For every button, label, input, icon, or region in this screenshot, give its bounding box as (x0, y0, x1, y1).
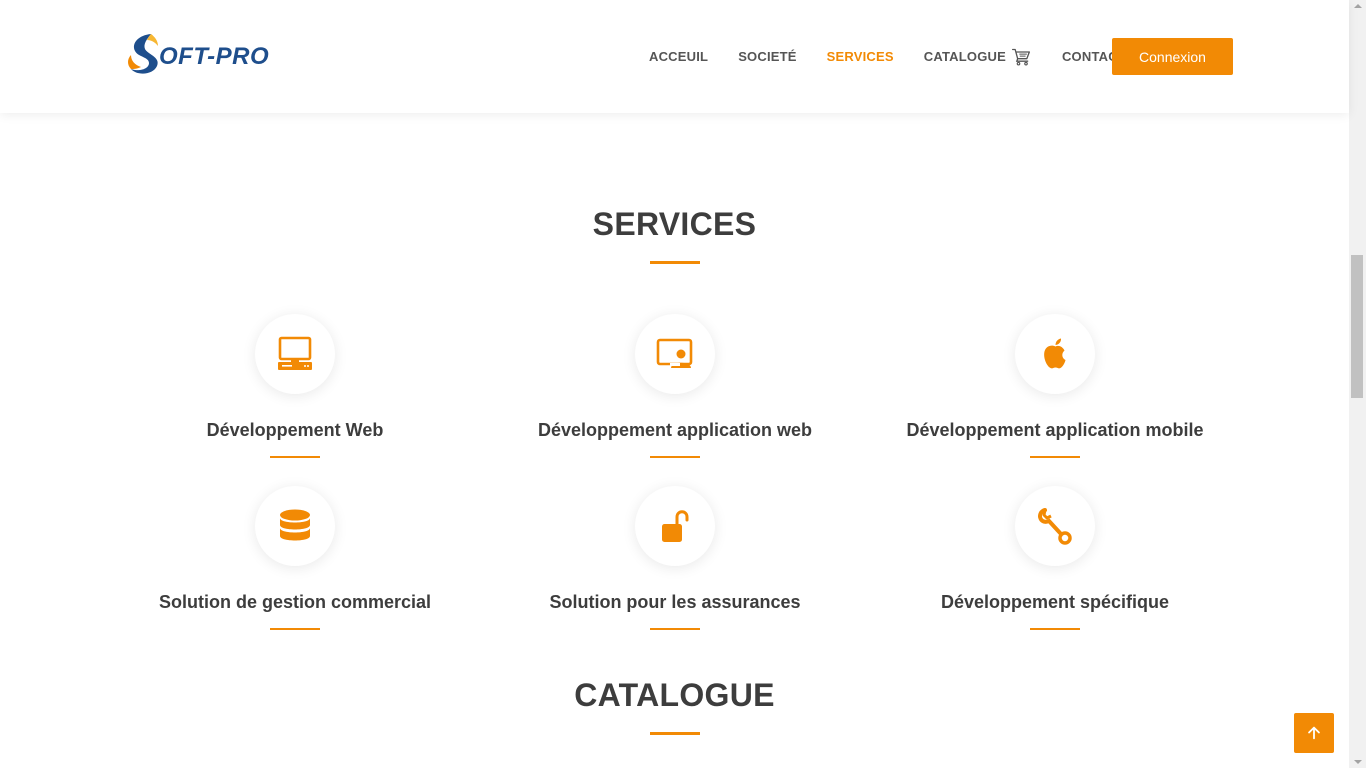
service-title: Développement Web (206, 420, 384, 440)
wrench-icon (1038, 508, 1072, 545)
unlock-icon (662, 510, 689, 542)
apple-icon (1044, 338, 1066, 369)
service-icon-circle (1015, 486, 1095, 566)
service-title: Développement spécifique (940, 592, 1170, 612)
nav-item-societe[interactable]: SOCIETÉ (721, 49, 809, 64)
main-nav: ACCEUIL SOCIETÉ SERVICES CATALOGUE CONTA… (636, 38, 1139, 75)
service-card[interactable]: Développement Web (105, 314, 485, 458)
nav-item-label: CATALOGUE (923, 49, 1006, 64)
nav-item-services[interactable]: SERVICES (810, 49, 907, 64)
database-icon (280, 509, 310, 541)
arrow-up-icon (1308, 726, 1320, 740)
service-card[interactable]: Développement application mobile (865, 314, 1245, 458)
catalogue-heading: CATALOGUE (574, 677, 775, 713)
service-underline (1030, 456, 1080, 458)
screen-user-icon (656, 338, 693, 368)
site-header: OFT-PRO ACCEUIL SOCIETÉ SERVICES CATALOG… (0, 0, 1349, 113)
cart-icon (1011, 48, 1030, 65)
service-icon-circle (635, 486, 715, 566)
service-title: Solution pour les assurances (549, 592, 801, 612)
service-underline (270, 456, 320, 458)
service-card[interactable]: Solution pour les assurances (485, 486, 865, 630)
page-scrollbar[interactable] (1349, 0, 1366, 768)
service-underline (270, 628, 320, 630)
service-underline (650, 628, 700, 630)
login-button[interactable]: Connexion (1112, 38, 1233, 75)
nav-item-catalogue[interactable]: CATALOGUE (907, 47, 1044, 67)
service-underline (650, 456, 700, 458)
service-icon-circle (255, 314, 335, 394)
nav-item-acceuil[interactable]: ACCEUIL (636, 49, 721, 64)
scroll-down-icon[interactable] (1354, 760, 1362, 764)
logo-text: OFT-PRO (159, 43, 270, 70)
service-card[interactable]: Solution de gestion commercial (105, 486, 485, 630)
service-icon-circle (255, 486, 335, 566)
services-heading-underline (650, 261, 700, 264)
soft-pro-logo[interactable]: OFT-PRO (125, 30, 290, 78)
scroll-up-icon[interactable] (1354, 4, 1362, 8)
catalogue-heading-underline (650, 732, 700, 735)
service-title: Développement application mobile (906, 420, 1204, 440)
services-heading: SERVICES (592, 206, 757, 242)
service-title: Solution de gestion commercial (158, 592, 432, 612)
nav-item-label: SERVICES (826, 49, 894, 64)
service-icon-circle (1015, 314, 1095, 394)
service-card[interactable]: Développement application web (485, 314, 865, 458)
nav-item-label: SOCIETÉ (738, 49, 797, 64)
nav-item-label: ACCEUIL (649, 49, 709, 64)
back-to-top-button[interactable] (1294, 713, 1334, 753)
desktop-computer-icon (278, 336, 312, 370)
service-title: Développement application web (537, 420, 813, 440)
service-card[interactable]: Développement spécifique (865, 486, 1245, 630)
service-underline (1030, 628, 1080, 630)
service-icon-circle (635, 314, 715, 394)
scroll-thumb[interactable] (1351, 255, 1363, 398)
